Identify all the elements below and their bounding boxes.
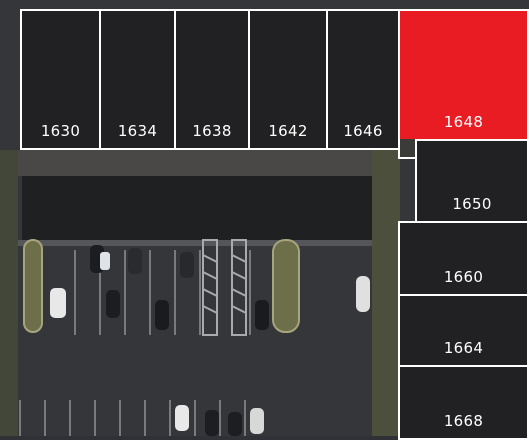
unit-1634[interactable]: 1634: [99, 9, 176, 150]
unit-label: 1642: [268, 122, 308, 140]
unit-1648[interactable]: 1648: [398, 9, 529, 141]
unit-label: 1638: [192, 122, 232, 140]
site-plan-map: 1630 1634 1638 1642 1646 1648 1650 1660 …: [0, 0, 529, 440]
unit-label: 1648: [443, 113, 484, 131]
unit-label: 1646: [343, 122, 383, 140]
unit-label: 1634: [117, 122, 158, 140]
unit-1642[interactable]: 1642: [248, 9, 328, 150]
unit-label: 1664: [443, 339, 484, 357]
unit-1646[interactable]: 1646: [326, 9, 400, 150]
unit-label: 1650: [452, 195, 492, 213]
unit-1660[interactable]: 1660: [398, 221, 529, 296]
unit-1664[interactable]: 1664: [398, 294, 529, 367]
unit-1650[interactable]: 1650: [415, 139, 529, 223]
unit-1668[interactable]: 1668: [398, 365, 529, 440]
unit-1630[interactable]: 1630: [20, 9, 101, 150]
unit-1638[interactable]: 1638: [174, 9, 250, 150]
unit-label: 1660: [443, 268, 484, 286]
unit-label: 1630: [40, 122, 81, 140]
unit-label: 1668: [443, 412, 484, 430]
